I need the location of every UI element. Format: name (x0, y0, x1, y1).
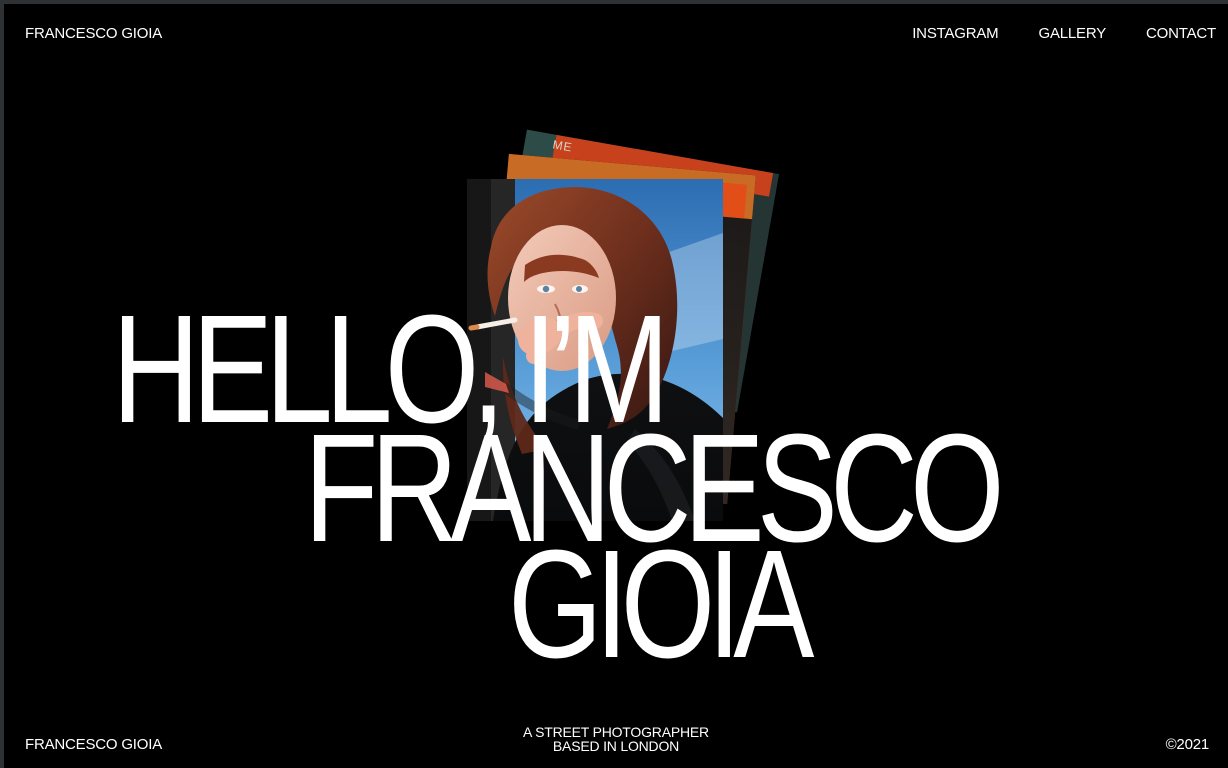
portrait-cigarette-tip (468, 324, 480, 331)
page-canvas: FRANCESCO GIOIA INSTAGRAM GALLERY CONTAC… (4, 4, 1228, 768)
portrait-left-iris (542, 285, 550, 293)
footer-brand: FRANCESCO GIOIA (25, 736, 163, 753)
portrait-building-shadow (467, 179, 491, 521)
footer-tagline-line-1: A STREET PHOTOGRAPHER (523, 724, 709, 740)
footer-tagline-line-2: BASED IN LONDON (552, 738, 680, 754)
footer-copyright: ©2021 (1165, 736, 1210, 753)
footer-tagline: A STREET PHOTOGRAPHER BASED IN LONDON (482, 725, 750, 753)
portrait-right-iris (576, 286, 582, 292)
portrait-photo (467, 179, 723, 521)
photo-stack: ME (4, 4, 1228, 768)
